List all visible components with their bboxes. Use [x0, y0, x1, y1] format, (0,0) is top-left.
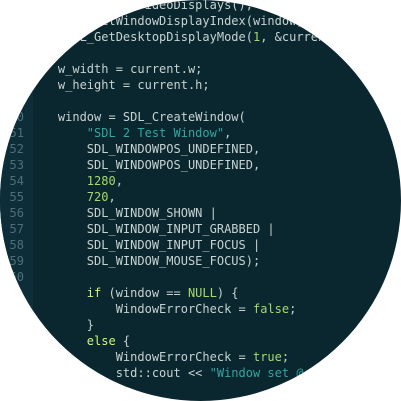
code-line: WindowErrorCheck = false;	[0, 301, 401, 317]
line-number: 60	[9, 270, 24, 284]
code-token: ,	[108, 190, 116, 204]
line-text: w_width = current.w;	[29, 61, 203, 77]
line-number: 56	[9, 206, 24, 220]
line-text: 720,	[29, 189, 116, 205]
code-line: SDL_GetNumVideoDisplays();	[0, 0, 401, 13]
code-token: w_width = current.w;	[29, 62, 203, 76]
code-token: SDL_GetDesktopDisplayMode(	[29, 30, 253, 44]
code-token: window = SDL_CreateWindow(	[29, 110, 246, 124]
code-token: SDL_WINDOWPOS_UNDEFINED,	[29, 158, 261, 172]
code-token: {	[115, 334, 131, 348]
code-token: WindowErrorCheck =	[29, 302, 253, 316]
code-token: , &current);	[260, 30, 347, 44]
code-line: w_height = current.h;	[0, 77, 401, 93]
code-area[interactable]: SDL_GetNumVideoDisplays(); SDL_GetWindow…	[0, 0, 401, 381]
code-token: }	[29, 318, 95, 332]
code-line: WindowErrorCheck = true;	[0, 349, 401, 365]
code-editor-viewport: SDL_GetNumVideoDisplays(); SDL_GetWindow…	[0, 0, 401, 401]
line-number: 50	[9, 110, 24, 124]
code-line: w_width = current.w;	[0, 61, 401, 77]
code-token: SDL_WINDOW_SHOWN |	[29, 206, 217, 220]
line-text: SDL_WINDOW_SHOWN |	[29, 205, 217, 221]
code-token: SDL_GetWindowDisplayIndex(window);	[29, 14, 311, 28]
line-text: SDL_WINDOWPOS_UNDEFINED,	[29, 157, 260, 173]
line-text: }	[29, 317, 94, 333]
code-token: 720	[86, 190, 109, 204]
code-line: 51 "SDL 2 Test Window",	[0, 125, 401, 141]
code-line: 56 SDL_WINDOW_SHOWN |	[0, 205, 401, 221]
line-text: "SDL 2 Test Window",	[29, 125, 232, 141]
line-number: 55	[9, 190, 24, 204]
line-text: SDL_WINDOW_INPUT_FOCUS |	[29, 237, 260, 253]
line-text: window = SDL_CreateWindow(	[29, 109, 246, 125]
line-text: WindowErrorCheck = true;	[29, 349, 289, 365]
code-token: SDL_WINDOW_INPUT_FOCUS |	[29, 238, 261, 252]
code-line: else {	[0, 333, 401, 349]
code-token: 1280	[86, 174, 116, 188]
line-number: 58	[9, 238, 24, 252]
code-line: 54 1280,	[0, 173, 401, 189]
line-number: 51	[9, 126, 24, 140]
code-token: SDL_GetNumVideoDisplays();	[29, 0, 253, 12]
line-text: std::cout << "Window set @	[29, 365, 304, 381]
line-text: else {	[29, 333, 130, 349]
code-token: NULL	[187, 286, 217, 300]
code-token: std::cout <<	[29, 366, 210, 380]
line-text: SDL_WINDOWPOS_UNDEFINED,	[29, 141, 260, 157]
line-text: SDL_GetNumVideoDisplays();	[29, 0, 253, 13]
code-line: 55 720,	[0, 189, 401, 205]
code-token: if	[86, 286, 102, 300]
code-line: 52 SDL_WINDOWPOS_UNDEFINED,	[0, 141, 401, 157]
code-token: "Window set @	[209, 366, 304, 380]
line-number: 54	[9, 174, 24, 188]
code-line: SDL_GetWindowDisplayIndex(window);	[0, 13, 401, 29]
line-text: if (window == NULL) {	[29, 285, 239, 301]
line-number: 57	[9, 222, 24, 236]
code-line: std::cout << "Window set @	[0, 365, 401, 381]
line-number: 52	[9, 142, 24, 156]
line-number: 53	[9, 158, 24, 172]
code-line: }	[0, 317, 401, 333]
code-token: WindowErrorCheck =	[29, 350, 253, 364]
code-line: 57 SDL_WINDOW_INPUT_GRABBED |	[0, 221, 401, 237]
line-text: SDL_GetWindowDisplayIndex(window);	[29, 13, 311, 29]
code-line: 60	[0, 269, 401, 285]
code-token: false	[252, 302, 290, 316]
code-token: "SDL 2 Test Window"	[86, 126, 225, 140]
code-token: w_height = current.h;	[29, 78, 210, 92]
code-token: SDL_WINDOW_MOUSE_FOCUS);	[29, 254, 261, 268]
code-token: ) {	[216, 286, 239, 300]
line-text: w_height = current.h;	[29, 77, 210, 93]
code-line: 59 SDL_WINDOW_MOUSE_FOCUS);	[0, 253, 401, 269]
code-token: ,	[115, 174, 123, 188]
code-token: true	[252, 350, 282, 364]
line-text: SDL_WINDOW_INPUT_GRABBED |	[29, 221, 275, 237]
code-token: ;	[281, 350, 290, 364]
code-token: SDL_WINDOWPOS_UNDEFINED,	[29, 142, 261, 156]
line-text: 1280,	[29, 173, 123, 189]
code-token: ,	[224, 126, 232, 140]
code-line: 53 SDL_WINDOWPOS_UNDEFINED,	[0, 157, 401, 173]
code-token: ;	[289, 302, 297, 316]
code-token: SDL_WINDOW_INPUT_GRABBED |	[29, 222, 275, 236]
code-line: 58 SDL_WINDOW_INPUT_FOCUS |	[0, 237, 401, 253]
code-line: if (window == NULL) {	[0, 285, 401, 301]
code-token: (window ==	[101, 286, 188, 300]
code-token: else	[86, 334, 116, 348]
code-line: 50 window = SDL_CreateWindow(	[0, 109, 401, 125]
line-text: SDL_WINDOW_MOUSE_FOCUS);	[29, 253, 260, 269]
code-line: SDL_GetDesktopDisplayMode(1, &current);	[0, 29, 401, 45]
line-number: 59	[9, 254, 24, 268]
line-text: WindowErrorCheck = false;	[29, 301, 297, 317]
line-text: SDL_GetDesktopDisplayMode(1, &current);	[29, 29, 347, 45]
